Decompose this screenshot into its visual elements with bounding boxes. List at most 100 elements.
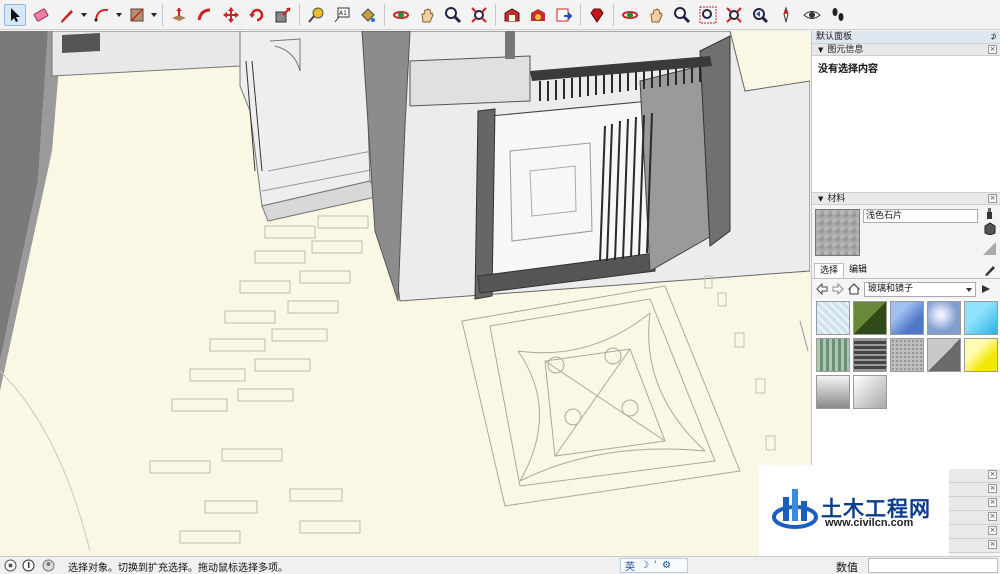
entity-info-text: 没有选择内容 [818,64,878,75]
arc-icon[interactable] [91,4,113,26]
details-arrow-icon[interactable] [980,283,992,295]
close-icon[interactable]: × [988,194,997,203]
material-swatch[interactable] [890,338,924,372]
close-icon[interactable]: × [988,526,997,535]
ime-toolbar[interactable]: 英 ☽ ʾ ⚙ [620,558,688,573]
close-icon[interactable]: × [988,484,997,493]
pencil-icon[interactable] [56,4,78,26]
pan-hand-icon[interactable] [416,4,438,26]
modeling-viewport[interactable] [0,31,810,556]
gear-icon[interactable]: ⚙ [662,560,671,571]
material-swatch[interactable] [816,338,850,372]
toolbar-separator [384,3,385,26]
orbit-icon-2[interactable] [619,4,641,26]
follow-me-icon[interactable] [194,4,216,26]
zoom-icon-2[interactable] [671,4,693,26]
pencil-icon[interactable] [984,264,996,276]
material-swatch[interactable] [964,301,998,335]
material-preview-area: 浅色石片 [812,205,1000,261]
materials-header[interactable]: ▼ 材料 × [812,192,1000,205]
material-swatch[interactable] [853,375,887,409]
zoom-window-icon[interactable] [697,4,719,26]
account-icon[interactable] [42,559,55,572]
material-swatch[interactable] [816,301,850,335]
create-material-icon[interactable] [983,222,996,235]
select-tool-icon[interactable] [4,3,26,26]
status-message: 选择对象。切换到扩充选择。拖动鼠标选择多项。 [68,563,288,574]
material-name-field[interactable]: 浅色石片 [863,209,978,223]
material-swatch[interactable] [927,338,961,372]
main-toolbar: A1 [0,0,1000,30]
move-icon[interactable] [220,4,242,26]
material-swatch-grid [812,299,1000,469]
close-icon[interactable]: × [988,512,997,521]
status-bar: 选择对象。切换到扩充选择。拖动鼠标选择多项。 英 ☽ ʾ ⚙ 数值 [0,556,1000,574]
collapse-triangle-icon: ▼ [818,195,824,203]
zoom-extents-icon[interactable] [468,4,490,26]
shape-icon[interactable] [126,4,148,26]
zoom-icon[interactable] [442,4,464,26]
text-tool-icon[interactable]: A1 [331,4,353,26]
scale-icon[interactable] [272,4,294,26]
ime-language-label[interactable]: 英 [625,558,635,573]
material-swatch[interactable] [816,375,850,409]
material-swatch[interactable] [927,301,961,335]
tab-select[interactable]: 选择 [814,263,845,278]
position-camera-icon[interactable] [775,4,797,26]
push-pull-icon[interactable] [168,4,190,26]
zoom-extents-icon-2[interactable] [723,4,745,26]
close-icon[interactable]: × [988,45,997,54]
library-select[interactable]: 玻璃和镜子 [864,281,976,297]
display-secondary-icon[interactable] [983,242,996,255]
extension-warehouse-icon[interactable] [527,4,549,26]
collapse-triangle-icon: ▼ [818,46,824,54]
close-icon[interactable]: × [988,498,997,507]
warehouse-icon[interactable] [501,4,523,26]
punctuation-icon[interactable]: ʾ [654,560,657,571]
measurements-input[interactable] [868,558,998,573]
toolbar-separator [613,3,614,26]
toolbar-separator [299,3,300,26]
toolbar-separator [495,3,496,26]
walk-icon[interactable] [827,4,849,26]
material-swatch[interactable] [853,301,887,335]
materials-title: 材料 [827,194,846,204]
close-icon[interactable]: × [988,470,997,479]
back-arrow-icon[interactable] [816,283,828,295]
forward-arrow-icon[interactable] [832,283,844,295]
measurements-label: 数值 [836,561,858,574]
material-swatch[interactable] [964,338,998,372]
paint-bucket-icon[interactable] [357,4,379,26]
shape-dropdown[interactable] [150,4,157,26]
rotate-icon[interactable] [246,4,268,26]
look-around-icon[interactable] [801,4,823,26]
send-to-layout-icon[interactable] [553,4,575,26]
material-swatch[interactable] [853,338,887,372]
previous-view-icon[interactable] [749,4,771,26]
library-nav: 玻璃和镜子 [812,279,1000,299]
entity-info-header[interactable]: ▼ 图元信息 × [812,43,1000,56]
info-icon[interactable] [22,559,35,572]
moon-icon[interactable]: ☽ [640,560,649,571]
arc-dropdown[interactable] [115,4,122,26]
pencil-dropdown[interactable] [80,4,87,26]
tab-edit[interactable]: 编辑 [844,263,872,278]
material-tabs: 选择 编辑 [812,261,1000,279]
ruby-icon[interactable] [586,4,608,26]
home-icon[interactable] [848,283,860,295]
pin-icon[interactable]: ⊅ [990,31,997,43]
toolbar-separator [580,3,581,26]
entity-info-body: 没有选择内容 [812,56,1000,192]
current-material-swatch[interactable] [815,209,860,256]
orbit-icon[interactable] [390,4,412,26]
toolbar-separator [162,3,163,26]
tape-measure-icon[interactable] [305,4,327,26]
material-swatch[interactable] [890,301,924,335]
geo-location-icon[interactable] [4,559,17,572]
entity-info-title: 图元信息 [827,45,864,55]
pan-hand-icon-2[interactable] [645,4,667,26]
close-icon[interactable]: × [988,540,997,549]
civilcn-logo-icon [772,489,818,529]
eraser-icon[interactable] [30,4,52,26]
sample-paint-icon[interactable] [983,207,996,220]
